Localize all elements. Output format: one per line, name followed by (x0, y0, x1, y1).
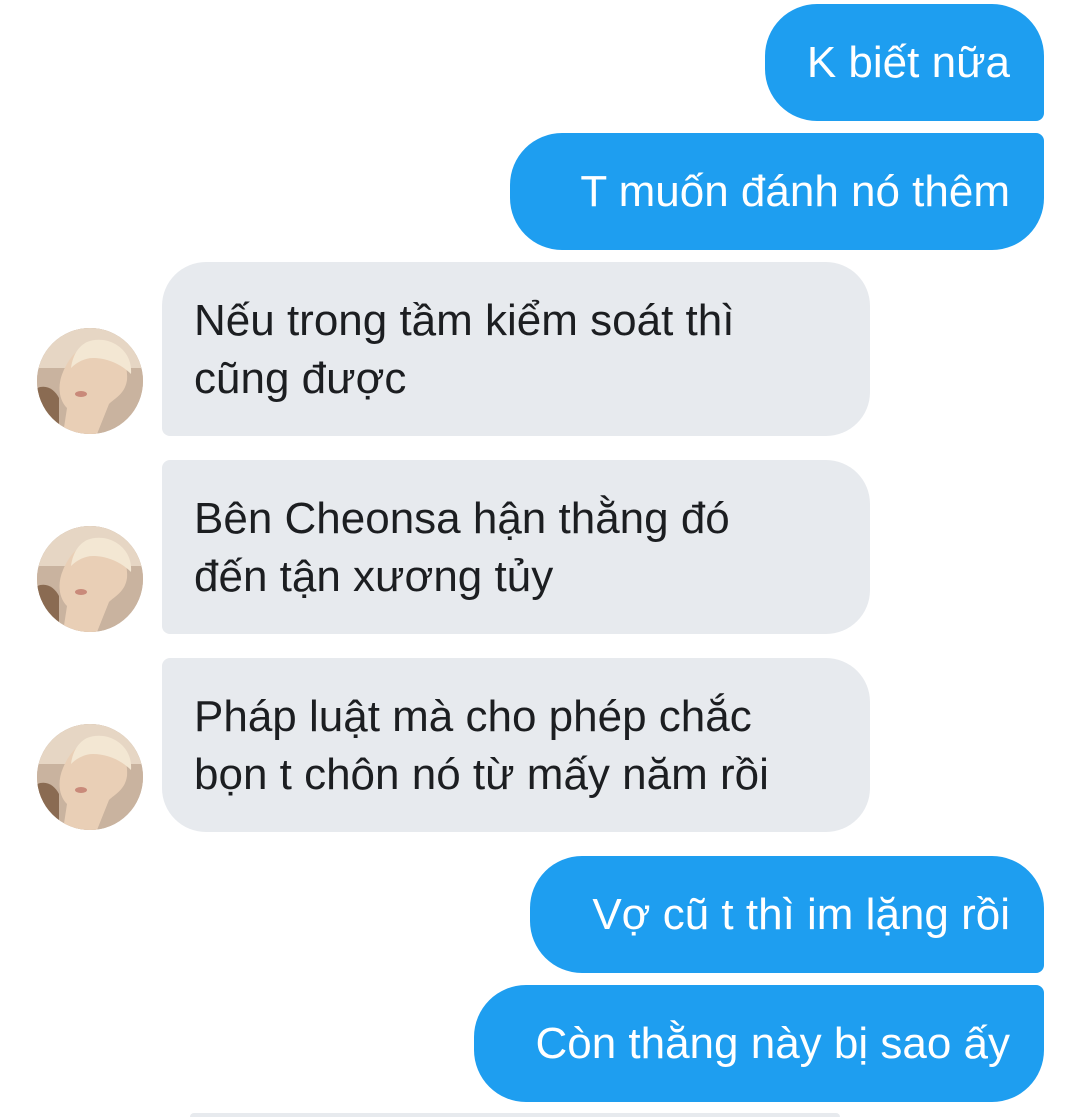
contact-avatar[interactable] (37, 526, 143, 632)
received-message-bubble[interactable]: Pháp luật mà cho phép chắc bọn t chôn nó… (162, 658, 870, 832)
contact-avatar[interactable] (37, 328, 143, 434)
message-text-line: bọn t chôn nó từ mấy năm rồi (194, 750, 769, 799)
received-message-bubble[interactable]: Nếu trong tầm kiểm soát thì cũng được (162, 262, 870, 436)
message-text-line: đến tận xương tủy (194, 552, 554, 601)
message-text-line: Pháp luật mà cho phép chắc (194, 692, 752, 741)
avatar-photo-icon (37, 526, 143, 632)
received-message-bubble[interactable]: Bên Cheonsa hận thằng đó đến tận xương t… (162, 460, 870, 634)
message-text: Còn thằng này bị sao ấy (535, 1018, 1010, 1068)
message-text-line: cũng được (194, 354, 407, 403)
next-message-bubble-edge (190, 1113, 840, 1117)
avatar-photo-icon (37, 724, 143, 830)
sent-message-bubble[interactable]: Còn thằng này bị sao ấy (474, 985, 1044, 1102)
message-text-line: Nếu trong tầm kiểm soát thì (194, 296, 735, 345)
message-text: K biết nữa (806, 37, 1010, 87)
message-text: T muốn đánh nó thêm (580, 166, 1010, 216)
avatar-photo-icon (37, 328, 143, 434)
message-text-line: Bên Cheonsa hận thằng đó (194, 494, 730, 543)
sent-message-bubble[interactable]: K biết nữa (765, 4, 1044, 121)
message-text: Vợ cũ t thì im lặng rồi (592, 889, 1010, 939)
sent-message-bubble[interactable]: Vợ cũ t thì im lặng rồi (530, 856, 1044, 973)
sent-message-bubble[interactable]: T muốn đánh nó thêm (510, 133, 1044, 250)
contact-avatar[interactable] (37, 724, 143, 830)
